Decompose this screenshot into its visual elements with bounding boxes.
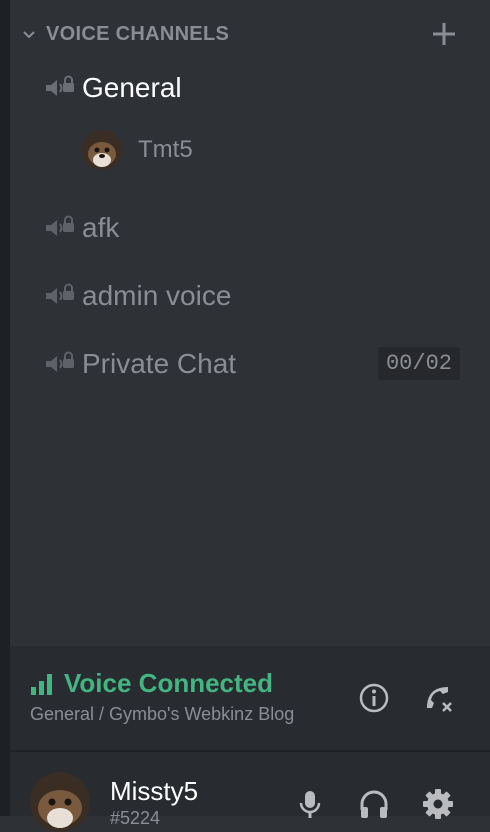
- user-discriminator: #5224: [110, 808, 161, 828]
- settings-gear-icon[interactable]: [422, 788, 454, 820]
- plus-icon[interactable]: [430, 20, 458, 48]
- locked-speaker-icon: [46, 215, 74, 236]
- username: Missty5: [110, 776, 199, 806]
- headphones-icon[interactable]: [358, 788, 390, 820]
- info-icon[interactable]: [358, 682, 390, 714]
- user-limit-badge: 00/02: [377, 347, 460, 380]
- channel-name: afk: [82, 212, 120, 243]
- left-rail: [0, 0, 10, 816]
- microphone-icon[interactable]: [294, 788, 326, 820]
- voice-channel-afk[interactable]: afk: [44, 206, 464, 250]
- voice-member[interactable]: Tmt5: [82, 129, 193, 171]
- voice-status: Voice Connected: [64, 668, 274, 698]
- signal-strength-icon[interactable]: [30, 672, 54, 696]
- locked-speaker-icon: [46, 75, 74, 96]
- chevron-down-icon[interactable]: [20, 25, 38, 43]
- voice-channels-category[interactable]: VOICE CHANNELS: [10, 18, 470, 50]
- locked-speaker-icon: [46, 351, 74, 372]
- voice-channel-admin-voice[interactable]: admin voice: [44, 274, 464, 318]
- user-panel: Missty5 #5224: [10, 752, 490, 832]
- disconnect-icon[interactable]: [422, 682, 454, 714]
- channel-name: admin voice: [82, 280, 232, 311]
- avatar[interactable]: [30, 772, 90, 832]
- channel-name: General: [82, 72, 182, 103]
- avatar: [82, 130, 122, 170]
- voice-connection-panel: Voice Connected General / Gymbo's Webkin…: [10, 646, 490, 750]
- member-name: Tmt5: [138, 136, 193, 163]
- channel-name: Private Chat: [82, 348, 237, 379]
- voice-channel-general[interactable]: General: [44, 66, 464, 110]
- locked-speaker-icon: [46, 283, 74, 304]
- category-label: VOICE CHANNELS: [46, 22, 230, 45]
- voice-location[interactable]: General / Gymbo's Webkinz Blog: [30, 704, 294, 725]
- voice-channel-private-chat[interactable]: Private Chat 00/02: [44, 342, 464, 386]
